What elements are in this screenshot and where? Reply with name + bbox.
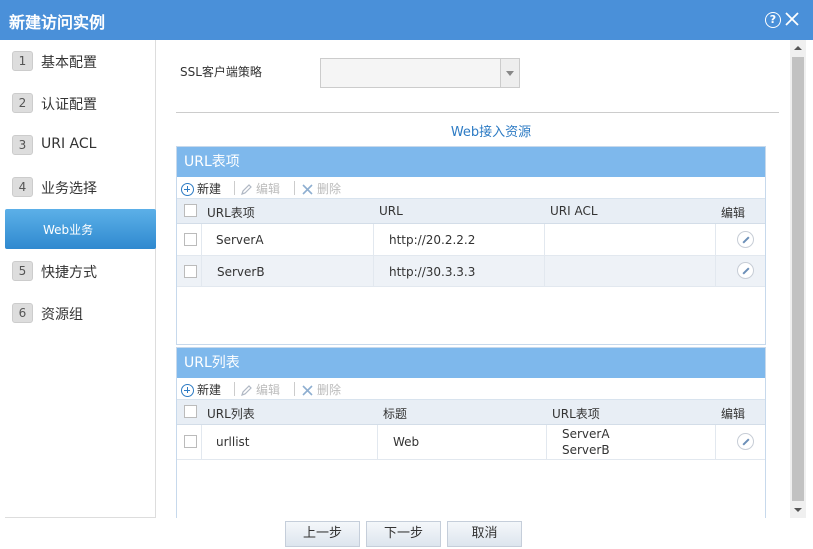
sidebar-item-uri-acl[interactable]: 3 URI ACL: [5, 124, 156, 166]
row-checkbox[interactable]: [184, 265, 197, 278]
toolbar: 新建 编辑 删除: [177, 378, 765, 400]
select-all-checkbox[interactable]: [184, 204, 197, 217]
scroll-down-icon[interactable]: [790, 502, 806, 518]
url-item-name: ServerB: [217, 265, 265, 279]
sidebar-item-basic-config[interactable]: 1 基本配置: [5, 40, 156, 82]
edit-icon[interactable]: [737, 433, 754, 450]
step-number: 4: [12, 177, 33, 197]
step-number: 3: [12, 135, 33, 155]
step-number: 6: [12, 303, 33, 323]
sidebar-item-label: 基本配置: [41, 55, 97, 71]
divider: [176, 112, 779, 113]
column-header: 编辑: [721, 206, 746, 220]
table-row[interactable]: urllist Web ServerA ServerB: [177, 425, 765, 460]
column-header: URL表项: [207, 206, 255, 220]
plus-icon: [181, 384, 194, 397]
toolbar-separator: [234, 382, 235, 396]
step-number: 2: [12, 93, 33, 113]
url-list-item: ServerA: [562, 427, 610, 441]
column-header: 标题: [383, 407, 408, 421]
scrollbar-thumb[interactable]: [792, 57, 804, 501]
sidebar-item-label: 业务选择: [41, 181, 97, 197]
edit-icon[interactable]: [737, 231, 754, 248]
panel-title: URL列表: [177, 348, 765, 378]
previous-button[interactable]: 上一步: [285, 521, 360, 547]
url-list-title: Web: [393, 435, 420, 449]
column-header: URL: [379, 204, 403, 218]
sidebar-item-shortcut[interactable]: 5 快捷方式: [5, 250, 156, 292]
add-button[interactable]: 新建: [181, 381, 221, 398]
toolbar-separator: [234, 181, 235, 195]
add-button[interactable]: 新建: [181, 180, 221, 197]
row-checkbox[interactable]: [184, 435, 197, 448]
chevron-down-icon[interactable]: [500, 59, 519, 87]
sidebar-item-label: 资源组: [41, 307, 83, 323]
plus-icon: [181, 183, 194, 196]
dialog-title: 新建访问实例: [9, 13, 106, 32]
url-item-name: ServerA: [216, 233, 264, 247]
close-icon[interactable]: [784, 9, 800, 29]
wizard-sidebar: 1 基本配置 2 认证配置 3 URI ACL 4 业务选择 Web业务 5 快…: [5, 40, 156, 518]
column-header: URL表项: [552, 407, 600, 421]
edit-button[interactable]: 编辑: [240, 180, 280, 197]
section-title: Web接入资源: [450, 125, 532, 140]
step-number: 1: [12, 51, 33, 71]
step-number: 5: [12, 261, 33, 281]
main-content: SSL客户端策略 Web接入资源 URL表项 新建 编辑 删除 URL表项 UR…: [156, 40, 790, 518]
pencil-icon: [241, 385, 252, 396]
url-list-item: ServerB: [562, 443, 610, 457]
sidebar-item-resource-group[interactable]: 6 资源组: [5, 292, 156, 334]
table-header: URL表项 URL URI ACL 编辑: [177, 199, 765, 224]
help-icon[interactable]: ?: [765, 12, 781, 28]
ssl-policy-select[interactable]: [320, 58, 520, 88]
sidebar-item-label: 快捷方式: [41, 265, 97, 281]
sidebar-item-service-select[interactable]: 4 业务选择: [5, 166, 156, 208]
sidebar-item-label: 认证配置: [41, 97, 97, 113]
ssl-policy-label: SSL客户端策略: [180, 65, 262, 79]
panel-title: URL表项: [177, 147, 765, 177]
toolbar-separator: [294, 181, 295, 195]
scroll-up-icon[interactable]: [790, 40, 806, 56]
sidebar-item-auth-config[interactable]: 2 认证配置: [5, 82, 156, 124]
dialog-titlebar: 新建访问实例 ?: [0, 0, 813, 40]
pencil-icon: [241, 184, 252, 195]
url-items-panel: URL表项 新建 编辑 删除 URL表项 URL URI ACL 编辑 Serv…: [176, 146, 766, 345]
next-button[interactable]: 下一步: [366, 521, 441, 547]
url-item-url: http://20.2.2.2: [389, 233, 476, 247]
dialog-footer: 上一步 下一步 取消: [0, 518, 813, 549]
sidebar-subitem-web-service[interactable]: Web业务: [5, 209, 156, 249]
column-header: URI ACL: [550, 204, 598, 218]
delete-button[interactable]: 删除: [301, 180, 341, 197]
toolbar-separator: [294, 382, 295, 396]
row-checkbox[interactable]: [184, 233, 197, 246]
select-all-checkbox[interactable]: [184, 405, 197, 418]
edit-icon[interactable]: [737, 262, 754, 279]
sidebar-subitem-label: Web业务: [43, 223, 94, 237]
table-header: URL列表 标题 URL表项 编辑: [177, 400, 765, 425]
sidebar-item-label: URI ACL: [41, 136, 97, 152]
url-list-name: urllist: [216, 435, 250, 449]
table-row[interactable]: ServerB http://30.3.3.3: [177, 256, 765, 287]
url-item-url: http://30.3.3.3: [389, 265, 476, 279]
cancel-button[interactable]: 取消: [447, 521, 522, 547]
delete-button[interactable]: 删除: [301, 381, 341, 398]
toolbar: 新建 编辑 删除: [177, 177, 765, 199]
url-lists-panel: URL列表 新建 编辑 删除 URL列表 标题 URL表项 编辑 urllist: [176, 347, 766, 518]
delete-x-icon: [302, 385, 313, 396]
column-header: 编辑: [721, 407, 746, 421]
table-row[interactable]: ServerA http://20.2.2.2: [177, 224, 765, 256]
edit-button[interactable]: 编辑: [240, 381, 280, 398]
vertical-scrollbar[interactable]: [790, 40, 806, 518]
delete-x-icon: [302, 184, 313, 195]
column-header: URL列表: [207, 407, 255, 421]
